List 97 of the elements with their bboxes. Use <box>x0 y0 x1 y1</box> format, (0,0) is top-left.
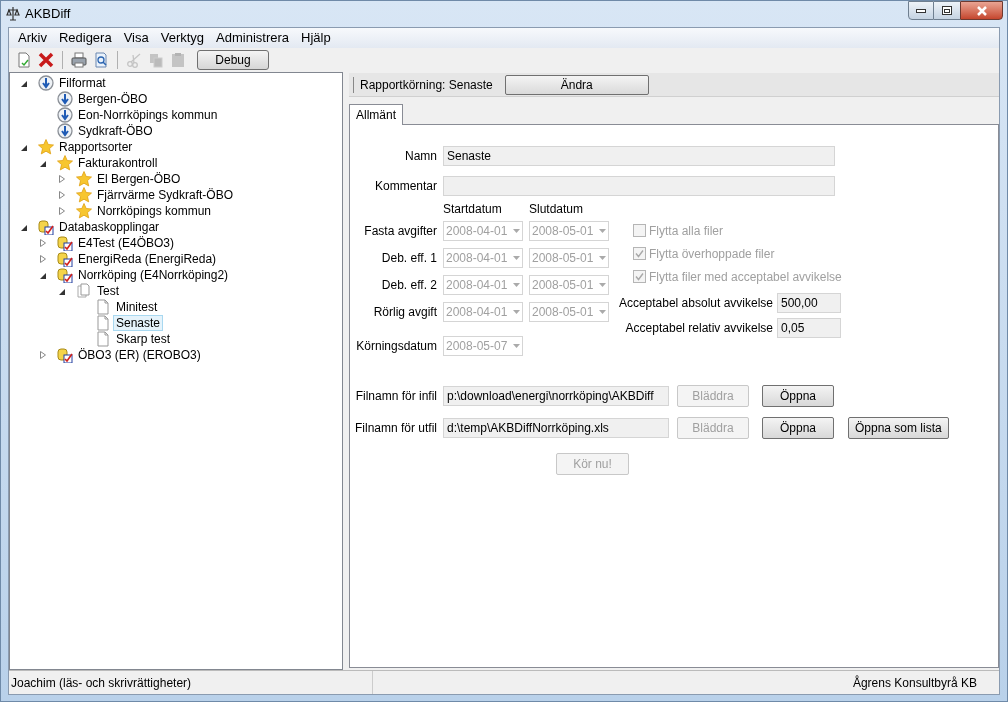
tree-item[interactable]: Senaste <box>113 315 164 331</box>
tree-item[interactable]: Fjärrvärme Sydkraft-ÖBO <box>94 187 237 203</box>
documents-icon <box>76 283 92 299</box>
toolbar-button[interactable] <box>37 50 55 70</box>
maximize-icon <box>942 6 952 15</box>
field-label: Körningsdatum <box>355 338 437 355</box>
dropdown-arrow-icon <box>599 229 606 233</box>
column-header: Slutdatum <box>529 201 585 218</box>
debug-button[interactable]: Debug <box>197 50 269 70</box>
minimize-icon <box>916 8 926 13</box>
user-status: Joachim (läs- och skrivrättigheter) <box>11 671 373 694</box>
checkbox-label: Flytta överhoppade filer <box>649 245 775 263</box>
paste-icon <box>170 52 186 68</box>
print-preview-icon <box>93 52 109 68</box>
scissors-icon <box>126 52 142 68</box>
star-icon <box>76 203 92 219</box>
number-field[interactable]: 500,00 <box>777 293 841 313</box>
star-icon <box>57 155 73 171</box>
copy-icon <box>148 52 164 68</box>
number-field[interactable]: 0,05 <box>777 318 841 338</box>
tree-item[interactable]: EnergiReda (EnergiReda) <box>75 251 220 267</box>
tree-item[interactable]: El Bergen-ÖBO <box>94 171 184 187</box>
dropdown-arrow-icon <box>599 310 606 314</box>
menu-item[interactable]: Administrera <box>211 28 295 48</box>
company-status: Ågrens Konsultbyrå KB <box>852 674 978 692</box>
dropdown-arrow-icon <box>513 229 520 233</box>
menu-item[interactable]: Verktyg <box>155 28 210 48</box>
field-label: Filnamn för infil <box>354 388 437 405</box>
tab[interactable]: Allmänt <box>349 104 403 125</box>
star-icon <box>38 139 54 155</box>
tree-item[interactable]: Bergen-ÖBO <box>75 91 151 107</box>
dropdown-arrow-icon <box>513 310 520 314</box>
toolbar-button[interactable] <box>70 50 88 70</box>
change-button[interactable]: Ändra <box>504 74 649 95</box>
field-label: Deb. eff. 2 <box>380 277 437 294</box>
tree-item[interactable]: ÖBO3 (ER) (EROBO3) <box>75 347 204 363</box>
dropdown-arrow-icon <box>599 283 606 287</box>
document-icon <box>95 315 111 331</box>
tree-item[interactable]: E4Test (E4ÖBO3) <box>75 235 178 251</box>
minimize-button[interactable] <box>908 1 934 20</box>
database-check-icon <box>57 235 73 251</box>
field-label: Kommentar <box>373 178 437 195</box>
dropdown-arrow-icon <box>513 344 520 348</box>
name-field[interactable]: Senaste <box>443 146 835 166</box>
dropdown-arrow-icon <box>513 283 520 287</box>
tree-item[interactable]: Test <box>94 283 122 299</box>
tree-item[interactable]: Minitest <box>113 299 161 315</box>
field-label: Acceptabel relativ avvikelse <box>624 320 773 337</box>
field-label: Namn <box>404 148 437 165</box>
menu-item[interactable]: Hjälp <box>296 28 336 48</box>
document-icon <box>95 299 111 315</box>
document-icon <box>95 331 111 347</box>
field-label: Fasta avgifter <box>363 223 437 240</box>
tree-item[interactable]: Skarp test <box>113 331 174 347</box>
menu-item[interactable]: Visa <box>118 28 154 48</box>
comment-field[interactable] <box>443 176 835 196</box>
tree-item[interactable]: Databaskopplingar <box>56 219 163 235</box>
tree-item[interactable]: Norrköpings kommun <box>94 203 215 219</box>
tree-item[interactable]: Fakturakontroll <box>75 155 161 171</box>
dropdown-arrow-icon <box>513 256 520 260</box>
open-button[interactable]: Öppna <box>762 385 834 407</box>
star-icon <box>76 187 92 203</box>
close-button[interactable] <box>960 1 1003 20</box>
open-button[interactable]: Öppna <box>762 417 834 439</box>
maximize-button[interactable] <box>934 1 960 20</box>
checkbox-label: Flytta alla filer <box>649 222 724 240</box>
field-label: Deb. eff. 1 <box>380 250 437 267</box>
checkbox-label: Flytta filer med acceptabel avvikelse <box>649 268 842 286</box>
tree-item[interactable]: Eon-Norrköpings kommun <box>75 107 221 123</box>
delete-icon <box>38 52 54 68</box>
tree-item[interactable]: Sydkraft-ÖBO <box>75 123 156 139</box>
field-label: Filnamn för utfil <box>353 420 437 437</box>
tree-item[interactable]: Filformat <box>56 75 109 91</box>
path-field[interactable]: p:\download\energi\norrköping\AKBDiff <box>443 386 669 406</box>
toolbar-button[interactable] <box>92 50 110 70</box>
database-check-icon <box>38 219 54 235</box>
tree-item[interactable]: Norrköping (E4Norrköping2) <box>75 267 232 283</box>
scales-icon <box>5 6 21 22</box>
field-label: Acceptabel absolut avvikelse <box>617 295 773 312</box>
database-check-icon <box>57 267 73 283</box>
open-button[interactable]: Öppna som lista <box>848 417 949 439</box>
column-header: Startdatum <box>443 201 503 218</box>
dropdown-arrow-icon <box>599 256 606 260</box>
menu-item[interactable]: Redigera <box>53 28 117 48</box>
new-document-icon <box>16 52 32 68</box>
menu-item[interactable]: Arkiv <box>13 28 52 48</box>
window-title: AKBDiff <box>25 5 71 24</box>
toolbar-button[interactable] <box>15 50 33 70</box>
database-check-icon <box>57 251 73 267</box>
path-field[interactable]: d:\temp\AKBDiffNorrköping.xls <box>443 418 669 438</box>
star-icon <box>76 171 92 187</box>
database-check-icon <box>57 347 73 363</box>
field-label: Rörlig avgift <box>372 304 437 321</box>
tree-item[interactable]: Rapportsorter <box>56 139 136 155</box>
close-icon <box>975 5 988 16</box>
printer-icon <box>71 52 87 68</box>
report-run-label: Rapportkörning: Senaste <box>360 76 493 94</box>
